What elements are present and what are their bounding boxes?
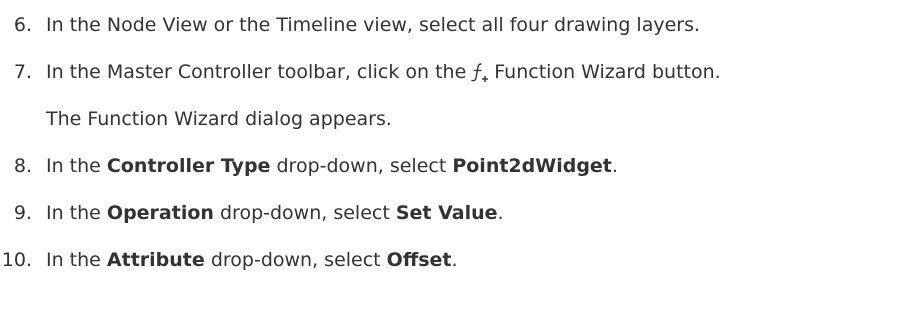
step-7-result-note: The Function Wizard dialog appears. bbox=[46, 108, 392, 130]
step-text-middle: drop-down, select bbox=[219, 202, 390, 224]
step-text-before: In the bbox=[46, 202, 101, 224]
point2dwidget-value: Point2dWidget bbox=[452, 155, 612, 177]
step-text: In the Operation drop-down, select Set V… bbox=[46, 193, 504, 233]
step-text-after: . bbox=[451, 249, 458, 271]
step-number: 10. bbox=[1, 249, 32, 271]
step-text-after: . bbox=[497, 202, 504, 224]
step-text: In the Attribute drop-down, select Offse… bbox=[46, 240, 458, 280]
step-text-before: In the Master Controller toolbar, click … bbox=[46, 61, 467, 83]
step-8: 8. In the Controller Type drop-down, sel… bbox=[0, 146, 917, 186]
step-text-before: In the bbox=[46, 249, 101, 271]
step-10: 10. In the Attribute drop-down, select O… bbox=[0, 240, 917, 280]
step-6: 6. In the Node View or the Timeline view… bbox=[0, 5, 917, 45]
step-number: 7. bbox=[13, 61, 32, 83]
controller-type-label: Controller Type bbox=[106, 155, 271, 177]
step-text: In the Master Controller toolbar, click … bbox=[46, 52, 721, 92]
step-text-before: In the bbox=[46, 155, 101, 177]
attribute-label: Attribute bbox=[106, 249, 205, 271]
step-7: 7. In the Master Controller toolbar, cli… bbox=[0, 52, 917, 92]
operation-label: Operation bbox=[106, 202, 214, 224]
step-text-middle: drop-down, select bbox=[210, 249, 381, 271]
step-number: 6. bbox=[13, 14, 32, 36]
step-text-after: . bbox=[611, 155, 618, 177]
function-wizard-icon bbox=[471, 63, 489, 82]
step-text: In the Controller Type drop-down, select… bbox=[46, 146, 618, 186]
step-9: 9. In the Operation drop-down, select Se… bbox=[0, 193, 917, 233]
offset-value: Offset bbox=[386, 249, 452, 271]
set-value-value: Set Value bbox=[395, 202, 498, 224]
step-text-middle: drop-down, select bbox=[276, 155, 447, 177]
step-text: In the Node View or the Timeline view, s… bbox=[46, 14, 701, 36]
step-number: 9. bbox=[13, 202, 32, 224]
step-text-after: Function Wizard button. bbox=[494, 61, 721, 83]
step-number: 8. bbox=[13, 155, 32, 177]
